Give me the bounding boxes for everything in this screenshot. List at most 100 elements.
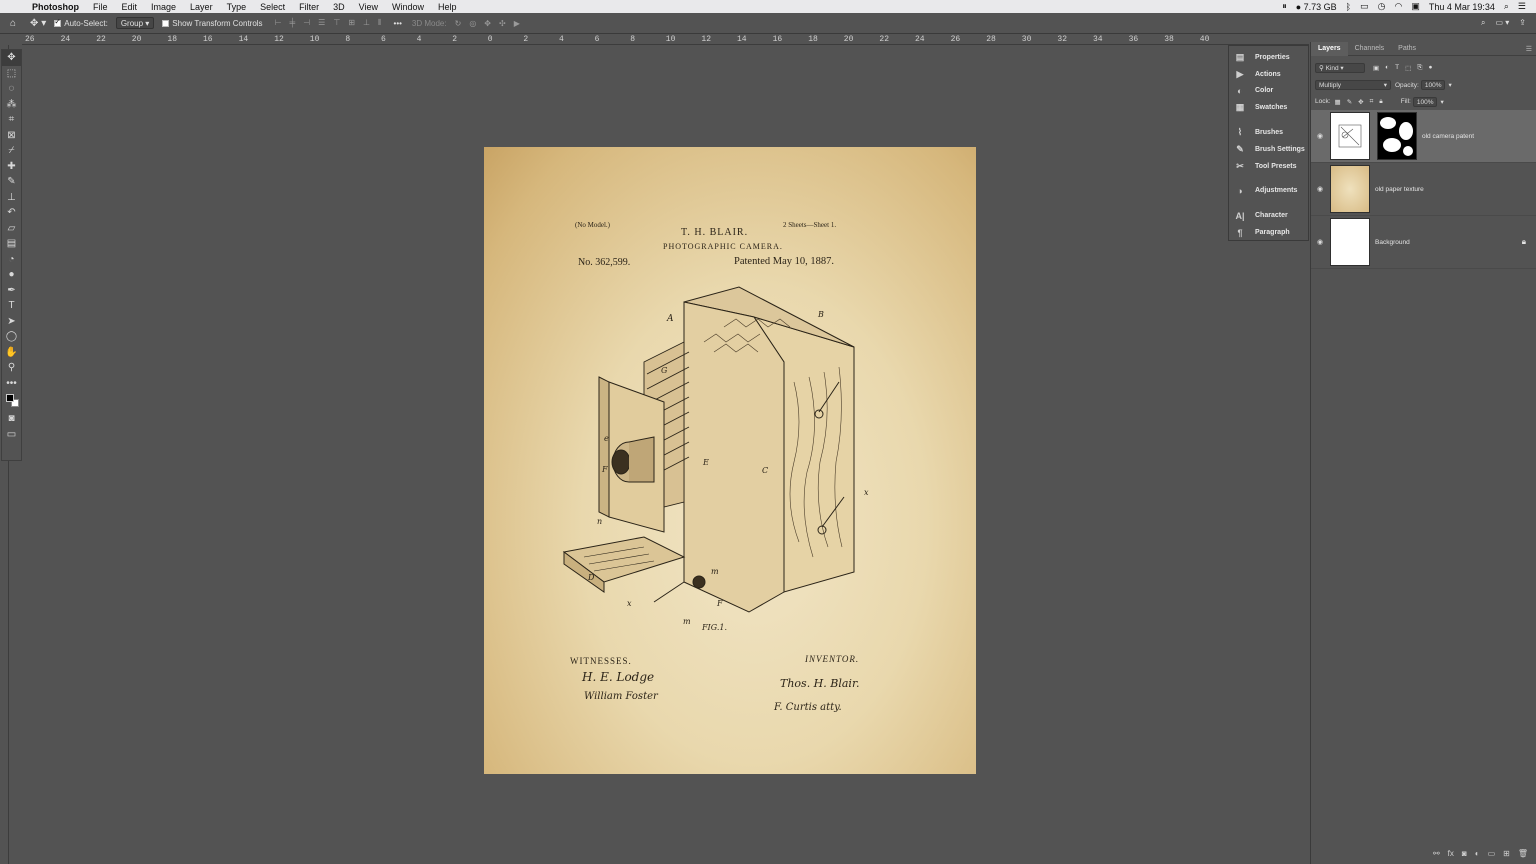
layer-row[interactable]: ◉ old camera patent (1311, 110, 1536, 163)
frame-tool-icon[interactable]: ⊠ (2, 128, 21, 144)
path-selection-tool-icon[interactable]: ➤ (2, 314, 21, 330)
menu-help[interactable]: Help (438, 2, 457, 12)
gradient-tool-icon[interactable]: ▤ (2, 236, 21, 252)
menu-filter[interactable]: Filter (299, 2, 319, 12)
lock-image-icon[interactable]: ✎ (1347, 98, 1352, 106)
fill-input[interactable]: 100% (1412, 96, 1438, 107)
show-transform-checkbox[interactable]: Show Transform Controls (162, 19, 263, 28)
tab-paths[interactable]: Paths (1391, 42, 1423, 56)
visibility-eye-icon[interactable]: ◉ (1311, 238, 1329, 246)
battery-icon[interactable]: ▭ (1360, 1, 1369, 12)
healing-brush-tool-icon[interactable]: ✚ (2, 159, 21, 175)
add-mask-icon[interactable]: ◙ (1462, 849, 1467, 858)
eraser-tool-icon[interactable]: ▱ (2, 221, 21, 237)
clock[interactable]: Thu 4 Mar 19:34 (1429, 2, 1495, 12)
menu-layer[interactable]: Layer (190, 2, 213, 12)
hand-tool-icon[interactable]: ✋ (2, 345, 21, 361)
move-tool-icon[interactable]: ✥ (2, 50, 21, 66)
fill-chevron-icon[interactable]: ▾ (1440, 98, 1443, 106)
menu-select[interactable]: Select (260, 2, 285, 12)
opacity-input[interactable]: 100% (1420, 80, 1446, 90)
align-middle-icon[interactable]: ⊞ (348, 18, 355, 28)
lasso-tool-icon[interactable]: ◌ (2, 81, 21, 97)
document-canvas[interactable]: (No Model.) 2 Sheets—Sheet 1. T. H. BLAI… (484, 147, 976, 774)
time-machine-icon[interactable]: ◷ (1378, 1, 1386, 12)
menu-app-name[interactable]: Photoshop (32, 2, 79, 12)
dock-adjustments[interactable]: ◑ Adjustments (1229, 183, 1308, 200)
filter-smart-object-icon[interactable]: ⎘ (1417, 64, 1422, 72)
ellipse-tool-icon[interactable]: ◯ (2, 329, 21, 345)
dock-paragraph[interactable]: ¶ Paragraph (1229, 224, 1308, 241)
lock-transparent-icon[interactable]: ▦ (1335, 98, 1341, 106)
3d-drag-icon[interactable]: ✥ (484, 19, 491, 28)
horizontal-ruler[interactable]: 26 24 22 20 18 16 14 12 10 8 6 4 2 0 2 4 6 8 10 12 14 16 18 20 2… (22, 34, 1309, 45)
layer-style-icon[interactable]: fx (1448, 849, 1454, 858)
crop-tool-icon[interactable]: ⌗ (2, 112, 21, 128)
blur-tool-icon[interactable]: ◔ (2, 252, 21, 268)
spotlight-icon[interactable]: ⌕ (1504, 1, 1509, 12)
dock-brushes[interactable]: ⌇ Brushes (1229, 124, 1308, 141)
zoom-tool-icon[interactable]: ⚲ (2, 360, 21, 376)
dock-color[interactable]: ◐ Color (1229, 83, 1308, 100)
layer-thumbnail[interactable] (1330, 218, 1370, 266)
dock-actions[interactable]: ▶ Actions (1229, 66, 1308, 83)
distribute-v-icon[interactable]: ⦀ (378, 18, 382, 28)
dock-properties[interactable]: ▤ Properties (1229, 49, 1308, 66)
layer-row[interactable]: ◉ old paper texture (1311, 163, 1536, 216)
tab-channels[interactable]: Channels (1348, 42, 1392, 56)
filter-pixel-icon[interactable]: ▣ (1373, 64, 1379, 72)
3d-roll-icon[interactable]: ◎ (469, 19, 476, 28)
marquee-tool-icon[interactable]: ⬚ (2, 66, 21, 82)
filter-shape-icon[interactable]: ⬚ (1405, 64, 1411, 72)
workspace-icon[interactable]: ▭ ▾ (1496, 18, 1510, 28)
new-group-icon[interactable]: ▭ (1488, 849, 1496, 858)
menu-3d[interactable]: 3D (333, 2, 345, 12)
lock-all-icon[interactable]: 🔒︎ (1379, 98, 1382, 106)
delete-layer-icon[interactable]: 🗑︎ (1518, 849, 1528, 858)
layer-name[interactable]: old paper texture (1375, 186, 1424, 193)
menu-edit[interactable]: Edit (122, 2, 138, 12)
magic-wand-tool-icon[interactable]: ⁂ (2, 97, 21, 113)
visibility-eye-icon[interactable]: ◉ (1311, 185, 1329, 193)
3d-slide-icon[interactable]: ✣ (499, 19, 506, 28)
edit-toolbar-icon[interactable]: ••• (2, 376, 21, 392)
brush-tool-icon[interactable]: ✎ (2, 174, 21, 190)
home-icon[interactable]: ⌂ (10, 18, 16, 29)
dock-brush-settings[interactable]: ✎ Brush Settings (1229, 141, 1308, 158)
type-tool-icon[interactable]: T (2, 298, 21, 314)
menu-window[interactable]: Window (392, 2, 424, 12)
bluetooth-icon[interactable]: ᛒ (1346, 2, 1351, 12)
lock-icon[interactable]: 🔒︎ (1522, 237, 1526, 247)
align-left-icon[interactable]: ⊢ (275, 18, 282, 28)
control-center-icon[interactable]: ▣ (1411, 1, 1420, 12)
align-top-icon[interactable]: ⊤ (333, 18, 340, 28)
auto-select-checkbox[interactable]: Auto-Select: (54, 17, 108, 28)
quick-mask-icon[interactable]: ◙ (2, 411, 21, 427)
color-swatches[interactable] (2, 391, 21, 411)
eyedropper-tool-icon[interactable]: ⌿ (2, 143, 21, 159)
more-options-icon[interactable]: ••• (394, 19, 402, 28)
lock-artboard-icon[interactable]: ⌗ (1370, 98, 1374, 106)
pen-tool-icon[interactable]: ✒ (2, 283, 21, 299)
opacity-chevron-icon[interactable]: ▾ (1448, 81, 1451, 89)
notification-center-icon[interactable]: ☰ (1518, 1, 1526, 12)
layer-thumbnail[interactable] (1330, 112, 1370, 160)
align-bottom-icon[interactable]: ⊥ (363, 18, 370, 28)
clone-stamp-tool-icon[interactable]: ⊥ (2, 190, 21, 206)
layer-name[interactable]: old camera patent (1422, 133, 1474, 140)
menu-view[interactable]: View (359, 2, 378, 12)
history-brush-tool-icon[interactable]: ↶ (2, 205, 21, 221)
foreground-color[interactable] (6, 394, 14, 402)
link-layers-icon[interactable]: ⚯ (1433, 849, 1440, 858)
new-adjustment-icon[interactable]: ◐ (1475, 849, 1480, 858)
layer-mask-thumbnail[interactable] (1377, 112, 1417, 160)
filter-toggle-icon[interactable]: ● (1428, 64, 1432, 72)
visibility-eye-icon[interactable]: ◉ (1311, 132, 1329, 140)
auto-select-target-dropdown[interactable]: Group ▾ (115, 17, 155, 29)
layer-row[interactable]: ◉ Background 🔒︎ (1311, 216, 1536, 269)
menu-file[interactable]: File (93, 2, 108, 12)
memory-indicator[interactable]: ● 7.73 GB (1296, 2, 1337, 12)
dock-swatches[interactable]: ▦ Swatches (1229, 99, 1308, 116)
distribute-icon[interactable]: ☰ (318, 18, 325, 28)
filter-kind-dropdown[interactable]: ⚲ Kind ▾ (1315, 63, 1365, 73)
